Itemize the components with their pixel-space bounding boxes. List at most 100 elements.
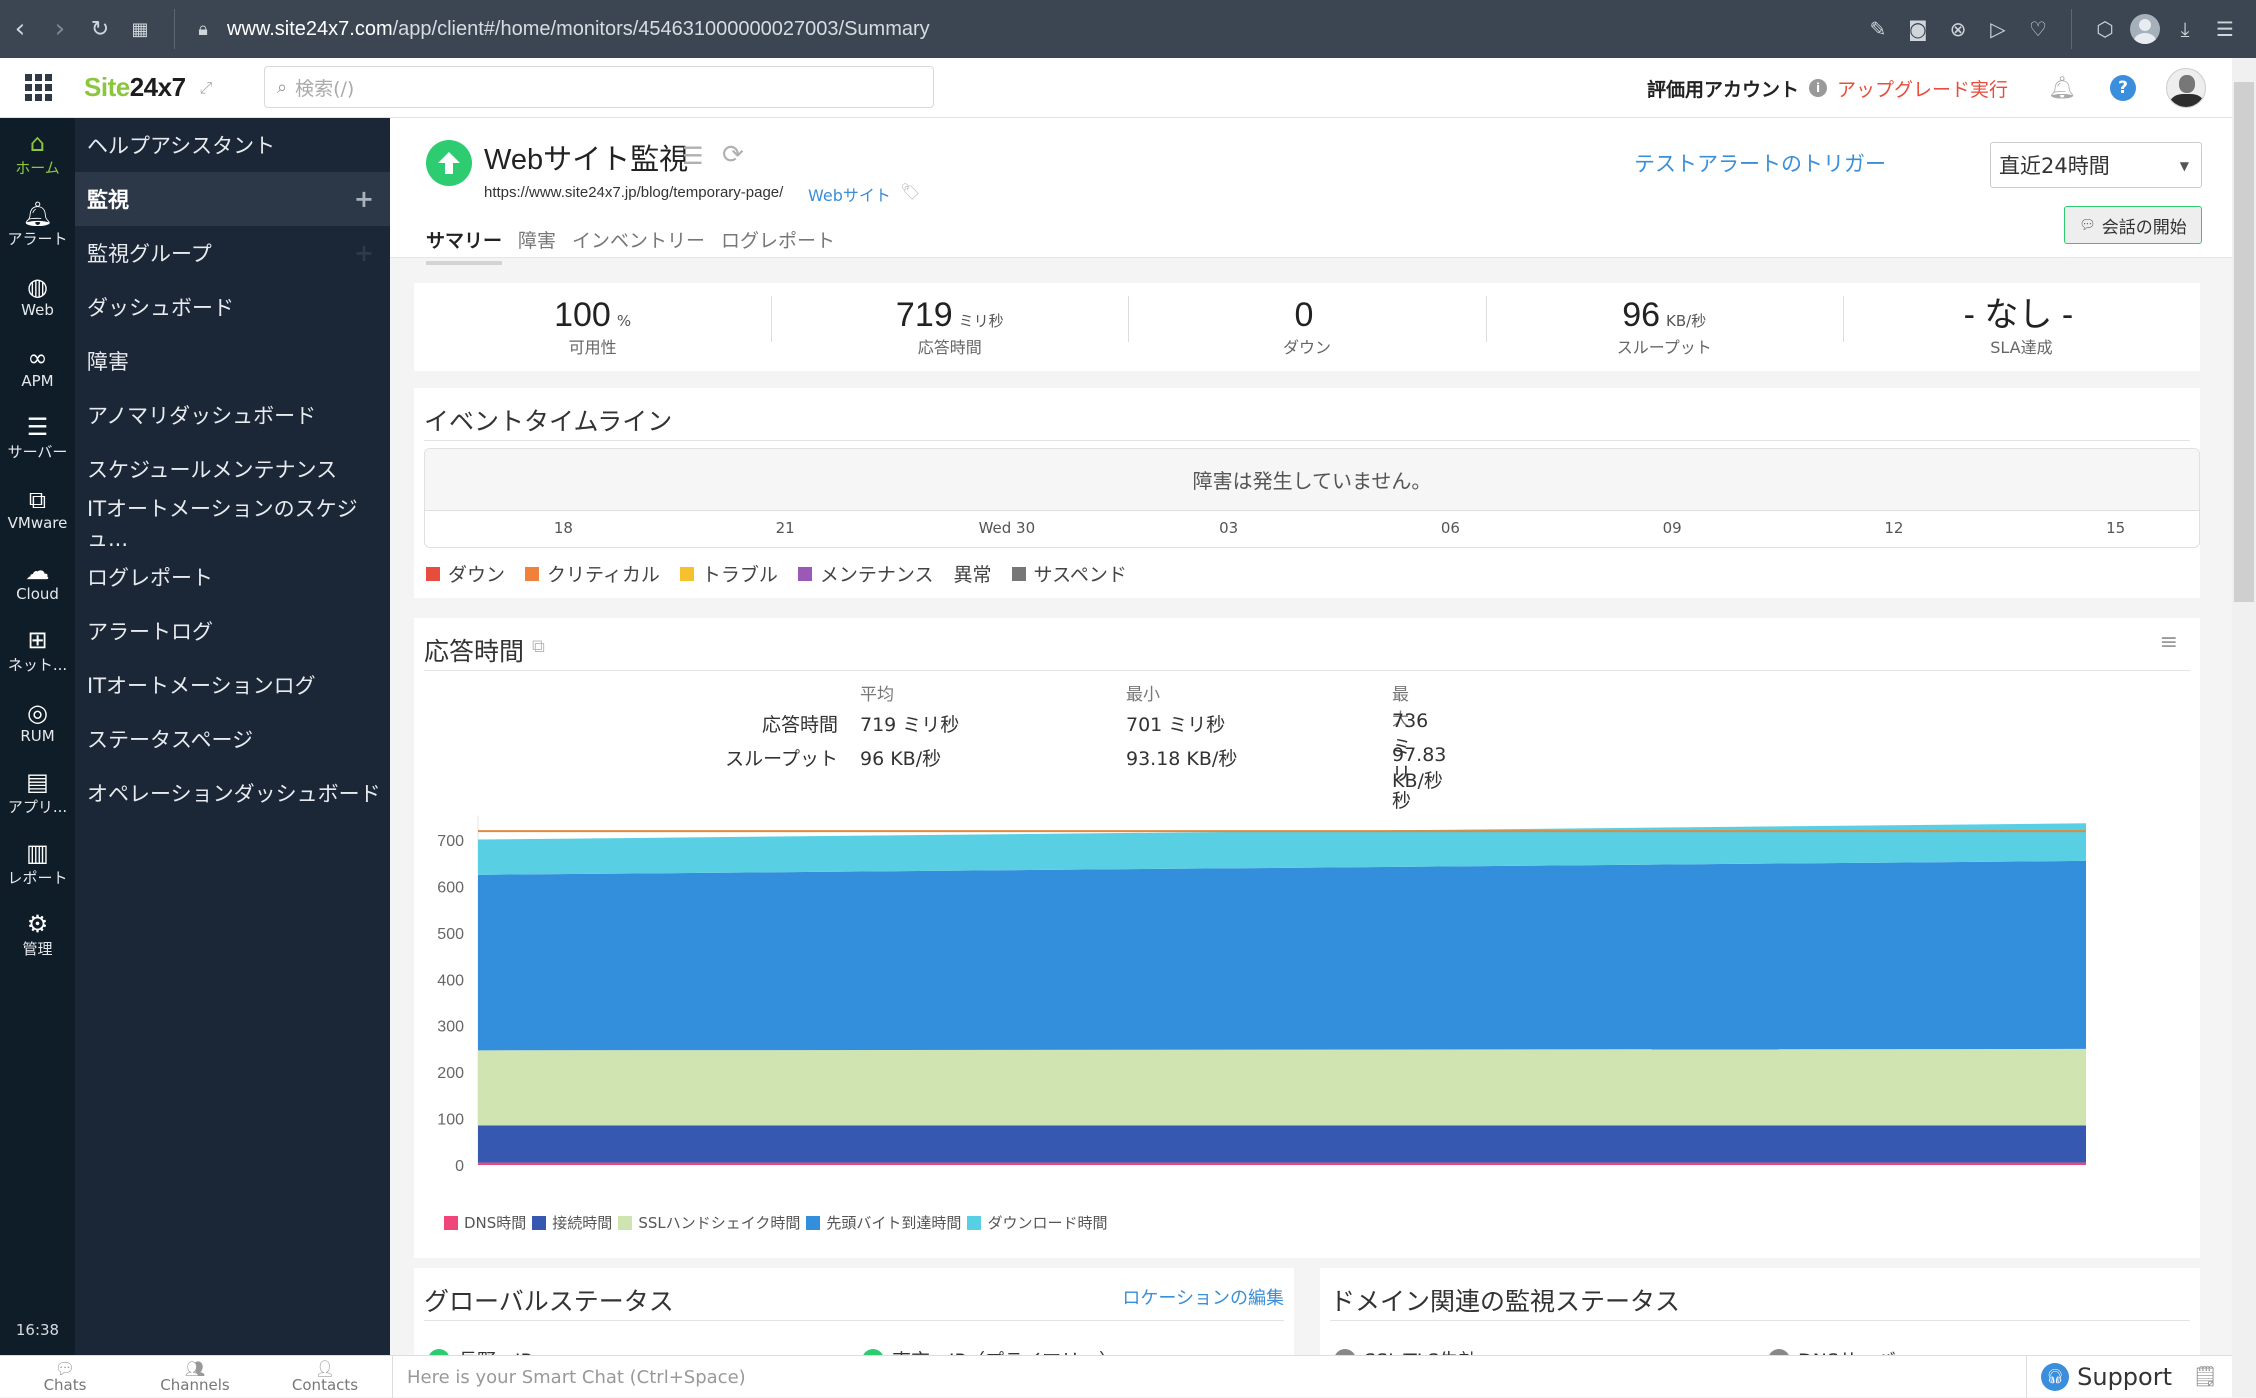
chats-tab[interactable]: 💬︎ Chats: [0, 1360, 130, 1394]
legend-item[interactable]: メンテナンス: [797, 560, 934, 587]
timeline-tick: 12: [1884, 519, 1904, 537]
start-conversation-button[interactable]: 💬︎ 会話の開始: [2064, 206, 2202, 244]
sidebar-item[interactable]: ダッシュボード: [75, 280, 390, 334]
legend-item[interactable]: ダウン: [426, 560, 505, 587]
edit-icon[interactable]: ✎: [1861, 0, 1895, 58]
legend-item[interactable]: クリティカル: [525, 560, 660, 587]
chart-legend-item[interactable]: SSLハンドシェイク時間: [618, 1212, 800, 1233]
profile-icon[interactable]: [2128, 0, 2162, 58]
chats-label: Chats: [43, 1375, 87, 1394]
iconbar-item-bell[interactable]: 🔔︎ アラート: [0, 189, 75, 260]
camera-icon[interactable]: ◙: [1901, 0, 1935, 58]
person-icon: 👤︎: [314, 1358, 336, 1378]
shield-x-icon[interactable]: ⊗: [1941, 0, 1975, 58]
time-range-select[interactable]: 直近24時間 ▼: [1990, 142, 2202, 188]
legend-item[interactable]: トラブル: [679, 560, 778, 587]
chart-legend-item[interactable]: 接続時間: [532, 1212, 612, 1233]
iconbar-item-home[interactable]: ⌂ ホーム: [0, 118, 75, 189]
iconbar-item-report[interactable]: ▥ レポート: [0, 828, 75, 899]
sidebar-item[interactable]: 障害: [75, 334, 390, 388]
iconbar-item-server[interactable]: ☰ サーバー: [0, 402, 75, 473]
tab-summary[interactable]: サマリー: [426, 226, 503, 265]
monitor-type-link[interactable]: Webサイト: [808, 182, 891, 206]
area-series-2[interactable]: [478, 1048, 2086, 1126]
area-series-3[interactable]: [478, 860, 2086, 1051]
domain-item[interactable]: DNSサーバ: [1768, 1346, 1896, 1355]
smart-chat-input[interactable]: Here is your Smart Chat (Ctrl+Space): [392, 1356, 2042, 1398]
tab-inventory[interactable]: インベントリー: [572, 226, 705, 265]
area-series-0[interactable]: [478, 1162, 2086, 1165]
sidebar-item[interactable]: アラートログ: [75, 604, 390, 658]
iconbar-item-vmware[interactable]: ⧉ VMware: [0, 473, 75, 544]
notes-icon[interactable]: 🗒︎: [2193, 1364, 2218, 1388]
add-icon[interactable]: +: [354, 239, 374, 267]
open-external-icon[interactable]: ⧉: [532, 636, 545, 657]
timeline-tick: 15: [2106, 519, 2126, 537]
search-input[interactable]: ⌕ 検索(/): [264, 66, 934, 108]
bell-icon: 🔔︎: [22, 200, 53, 228]
domain-item[interactable]: SSL/TLS失効: [1334, 1346, 1477, 1355]
reload-icon[interactable]: ↻: [80, 0, 120, 58]
info-icon[interactable]: i: [1809, 79, 1828, 97]
expand-icon[interactable]: ⤢: [200, 78, 213, 98]
chart-menu-icon[interactable]: ≡: [2160, 630, 2178, 655]
iconbar-item-gear[interactable]: ⚙ 管理: [0, 899, 75, 970]
chart-legend-item[interactable]: ダウンロード時間: [967, 1212, 1107, 1233]
sidebar-item[interactable]: オペレーションダッシュボード: [75, 766, 390, 820]
tab-log-report[interactable]: ログレポート: [721, 226, 835, 265]
iconbar-item-globe[interactable]: ◍ Web: [0, 260, 75, 331]
tab-outages[interactable]: 障害: [518, 226, 556, 265]
legend-item[interactable]: 異常: [954, 560, 992, 587]
tabs-grid-icon[interactable]: ▦: [120, 0, 160, 58]
heart-icon[interactable]: ♡: [2021, 0, 2055, 58]
sidebar-item[interactable]: ヘルプアシスタント: [75, 118, 390, 172]
upgrade-link[interactable]: アップグレード実行: [1837, 75, 2008, 102]
sidebar-item[interactable]: 監視グループ +: [75, 226, 390, 280]
legend-swatch: [618, 1215, 633, 1230]
chart-legend-item[interactable]: DNS時間: [444, 1212, 526, 1233]
iconbar-item-binoculars[interactable]: ∞ APM: [0, 331, 75, 402]
sidebar-item[interactable]: ITオートメーションのスケジュ...: [75, 496, 390, 551]
location-item[interactable]: 東京 - JP（プライマリー）: [862, 1346, 1118, 1355]
sidebar-item[interactable]: アノマリダッシュボード: [75, 388, 390, 442]
send-icon[interactable]: ▷: [1981, 0, 2015, 58]
edit-locations-link[interactable]: ロケーションの編集: [1122, 1284, 1284, 1310]
response-time-card: 応答時間 ⧉ ≡ 平均 最小 最大 応答時間 719 ミリ秒 701 ミリ秒 7…: [414, 618, 2200, 1258]
sidebar-item[interactable]: スケジュールメンテナンス: [75, 442, 390, 496]
chart-legend-item[interactable]: 先頭バイト到達時間: [806, 1212, 961, 1233]
site24x7-logo[interactable]: Site24x7: [84, 72, 186, 103]
refresh-icon[interactable]: ⟳: [722, 140, 744, 170]
support-button[interactable]: 🎧︎ Support: [2026, 1356, 2172, 1398]
add-icon[interactable]: +: [354, 185, 374, 213]
apps-grid-icon[interactable]: [0, 74, 76, 101]
cube-icon[interactable]: ⬡: [2088, 0, 2122, 58]
settings-sliders-icon[interactable]: ☰: [2208, 0, 2242, 58]
sidebar-item[interactable]: ログレポート: [75, 550, 390, 604]
page-scrollbar[interactable]: [2232, 58, 2256, 1397]
sidebar-item[interactable]: ITオートメーションログ: [75, 658, 390, 712]
iconbar-item-network[interactable]: ⊞ ネット...: [0, 615, 75, 686]
legend-item[interactable]: サスペンド: [1011, 560, 1127, 587]
download-icon[interactable]: ⤓: [2168, 0, 2202, 58]
notification-bell-icon[interactable]: 🔔︎: [2048, 76, 2076, 101]
user-avatar[interactable]: [2166, 68, 2206, 108]
channels-tab[interactable]: 👥︎ Channels: [130, 1360, 260, 1393]
sidebar-item[interactable]: 監視 +: [75, 172, 390, 226]
kpi-item: - なし - SLA達成: [1842, 296, 2200, 358]
kpi-label: 応答時間: [917, 338, 982, 357]
help-icon[interactable]: ?: [2110, 75, 2136, 101]
location-item[interactable]: 長野 - JP: [428, 1346, 532, 1355]
tag-icon[interactable]: 🏷︎: [900, 182, 920, 201]
contacts-tab[interactable]: 👤︎ Contacts: [260, 1358, 390, 1393]
scrollbar-thumb[interactable]: [2234, 82, 2254, 602]
sidebar-item[interactable]: ステータスページ: [75, 712, 390, 766]
hamburger-menu-icon[interactable]: ☰: [682, 142, 704, 170]
iconbar-item-app-log[interactable]: ▤ アプリ...: [0, 757, 75, 828]
forward-icon[interactable]: ›: [40, 0, 80, 58]
iconbar-item-rum-globe[interactable]: ◎ RUM: [0, 686, 75, 757]
trigger-test-alert-link[interactable]: テストアラートのトリガー: [1634, 148, 1886, 178]
address-bar[interactable]: www.site24x7.com/app/client#/home/monito…: [227, 18, 930, 41]
back-icon[interactable]: ‹: [0, 0, 40, 58]
iconbar-item-cloud[interactable]: ☁ Cloud: [0, 544, 75, 615]
area-series-1[interactable]: [478, 1125, 2086, 1163]
